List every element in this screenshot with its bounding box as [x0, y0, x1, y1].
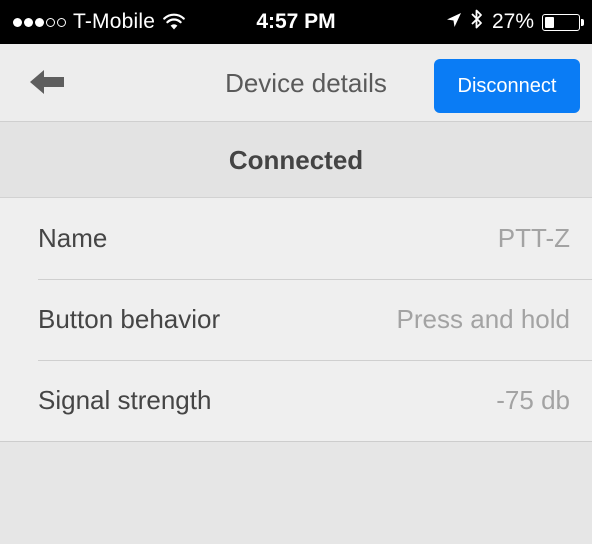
detail-row-signal-strength: Signal strength -75 db: [0, 360, 592, 441]
battery-percent: 27%: [491, 10, 534, 33]
connection-status-header: Connected: [0, 122, 592, 198]
status-bar: T-Mobile 4:57 PM 27%: [0, 0, 592, 44]
detail-label: Button behavior: [38, 304, 221, 334]
detail-value: PTT-Z: [497, 223, 570, 253]
battery-body: [542, 13, 580, 31]
battery-icon: [542, 13, 584, 31]
bluetooth-icon: [470, 8, 484, 36]
navigation-bar: Device details Disconnect: [0, 44, 592, 122]
arrow-left-icon: [27, 67, 67, 102]
disconnect-button[interactable]: Disconnect: [434, 59, 580, 113]
detail-row-name: Name PTT-Z: [0, 198, 592, 279]
signal-dot: [57, 17, 66, 27]
wifi-icon: [163, 13, 185, 31]
status-right: 27%: [446, 0, 584, 44]
device-details-list: Name PTT-Z Button behavior Press and hol…: [0, 198, 592, 442]
signal-strength-icon: [13, 17, 66, 27]
signal-dot: [35, 17, 44, 27]
back-button[interactable]: [24, 66, 70, 102]
detail-value: Press and hold: [396, 304, 570, 334]
battery-fill: [545, 16, 554, 28]
location-arrow-icon: [446, 10, 462, 34]
detail-value: -75 db: [496, 385, 570, 415]
signal-dot: [46, 17, 55, 27]
status-left: T-Mobile: [13, 0, 185, 44]
battery-tip: [581, 18, 584, 26]
carrier-name: T-Mobile: [73, 10, 156, 33]
detail-label: Signal strength: [38, 385, 212, 415]
signal-dot: [13, 17, 22, 27]
signal-dot: [24, 17, 33, 27]
detail-row-button-behavior: Button behavior Press and hold: [0, 279, 592, 360]
detail-label: Name: [38, 223, 108, 253]
empty-area: [0, 442, 592, 544]
